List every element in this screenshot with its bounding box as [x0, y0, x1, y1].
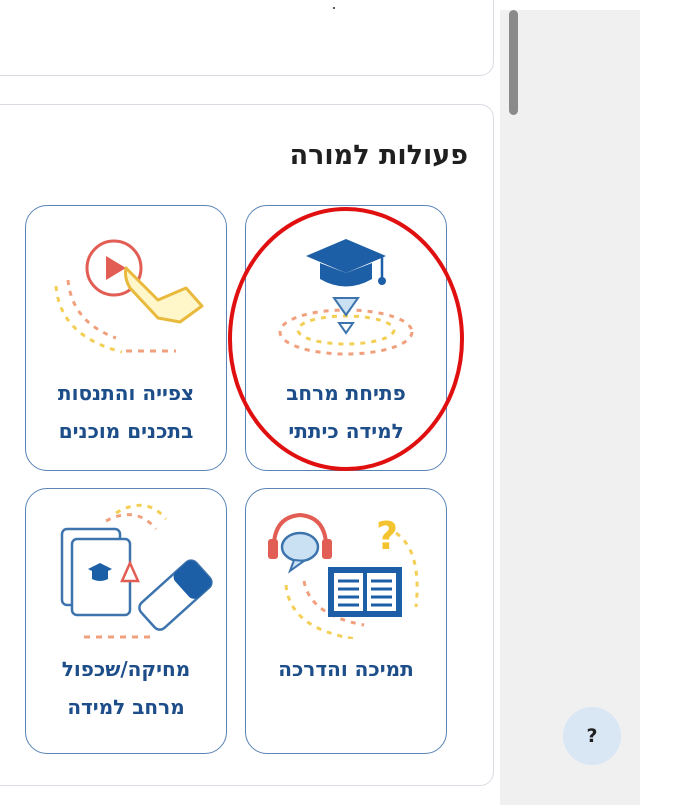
top-card [0, 0, 494, 76]
tile-delete-duplicate-space[interactable]: מחיקה/שכפול מרחב למידה [25, 488, 227, 754]
main-content: פעולות למורה פתיחת מרחב למידה כיתתי צפיי… [0, 0, 500, 805]
svg-text:?: ? [376, 514, 398, 558]
tile-open-class-space[interactable]: פתיחת מרחב למידה כיתתי [245, 205, 447, 471]
right-side-panel [500, 10, 640, 805]
touch-play-icon [54, 239, 204, 354]
tile-view-ready-content[interactable]: צפייה והתנסות בתכנים מוכנים [25, 205, 227, 471]
section-title: פעולות למורה [289, 140, 468, 171]
scrollbar-thumb[interactable] [509, 10, 518, 115]
tile-label-line2: מרחב למידה [67, 695, 185, 719]
tile-label-line1: צפייה והתנסות [57, 381, 195, 405]
tile-label-line1: תמיכה והדרכה [278, 657, 414, 681]
tile-label-line1: מחיקה/שכפול [61, 657, 191, 681]
support-book-icon: ? [268, 512, 419, 639]
tile-support-guidance[interactable]: ? תמיכה והדרכה [245, 488, 447, 754]
scrollbar-track[interactable] [506, 10, 518, 805]
text-fragment [333, 7, 335, 9]
help-button[interactable]: ? [563, 707, 621, 765]
question-mark-icon: ? [586, 725, 598, 747]
graduation-cap-icon [278, 239, 414, 356]
eraser-copy-icon [60, 503, 213, 639]
tile-label-line2: למידה כיתתי [288, 419, 404, 443]
tile-label-line2: בתכנים מוכנים [58, 419, 194, 443]
tile-label-line1: פתיחת מרחב [286, 381, 406, 405]
